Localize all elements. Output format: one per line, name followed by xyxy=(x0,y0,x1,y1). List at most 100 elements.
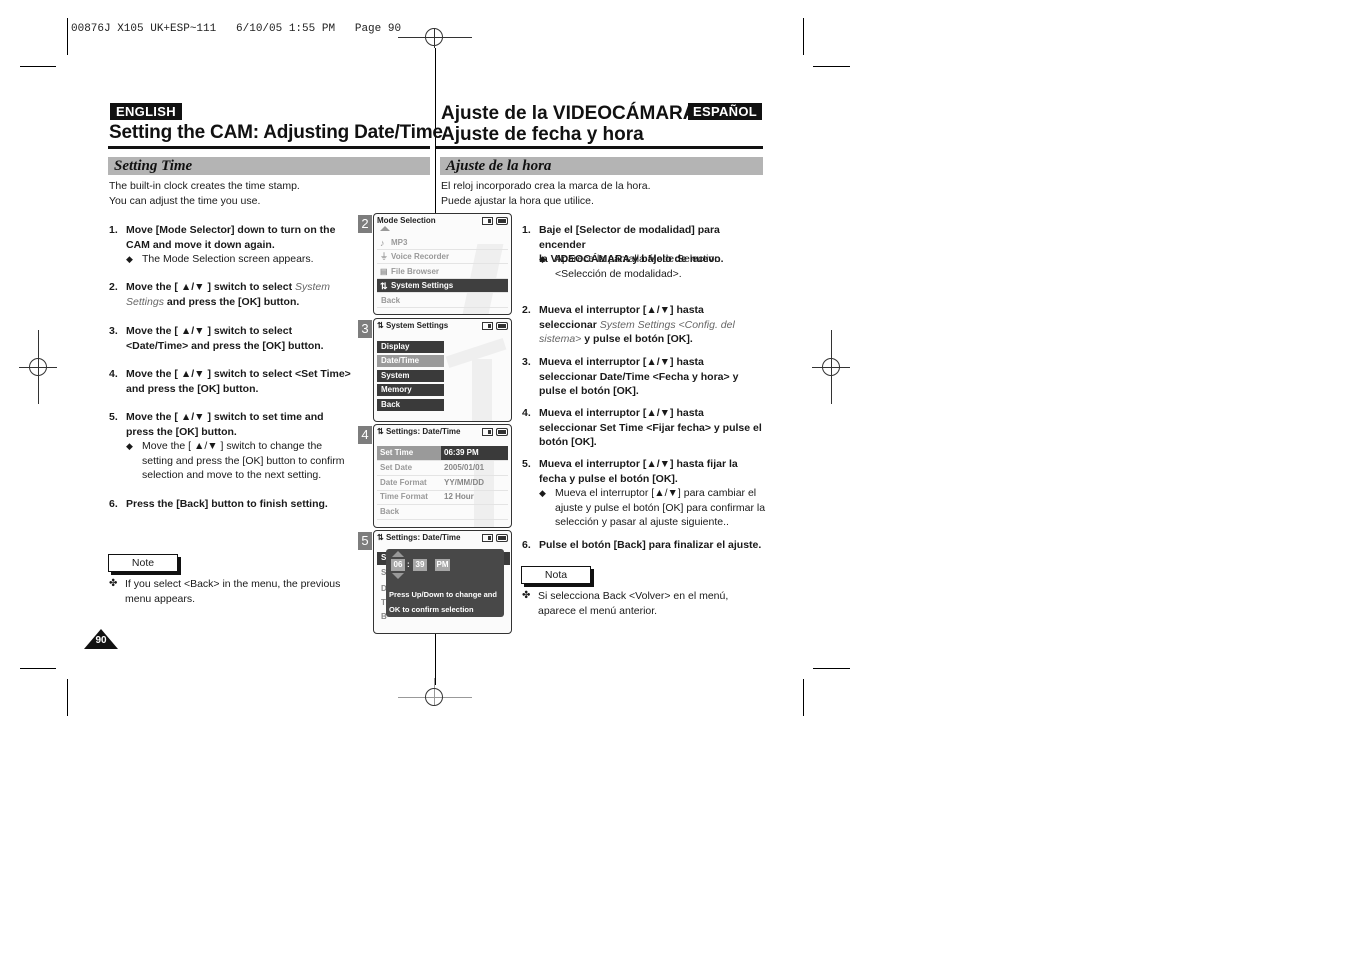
note-text: Si selecciona Back <Volver> en el menú, xyxy=(538,590,729,602)
menu-item-system[interactable]: System xyxy=(377,370,444,382)
center-fold-line xyxy=(435,633,436,685)
step-text: <Date/Time> and press the [OK] button. xyxy=(126,339,324,352)
minute-field[interactable]: 39 xyxy=(413,559,427,571)
step-text: CAM and move it down again. xyxy=(126,238,275,251)
settings-icon: ⇅ xyxy=(377,533,384,542)
english-step-5-bullet: ◆ Move the [ ▲/▼ ] switch to change the … xyxy=(126,439,358,483)
hint-line: OK to confirm selection xyxy=(389,605,474,614)
crop-mark xyxy=(813,66,850,67)
bullet-icon: ◆ xyxy=(126,254,133,264)
bullet-text: <Selección de modalidad>. xyxy=(555,267,682,280)
step-text: and press the [OK] button. xyxy=(163,295,300,308)
crop-mark xyxy=(67,679,68,716)
menu-item-label: MP3 xyxy=(391,238,408,247)
english-note-label: Note xyxy=(108,554,178,572)
am-pm-field[interactable]: PM xyxy=(435,559,450,571)
spanish-intro: El reloj incorporado crea la marca de la… xyxy=(441,179,651,209)
battery-icon xyxy=(496,217,508,225)
battery-icon xyxy=(496,322,508,330)
bullet-text: setting and press the [OK] button to con… xyxy=(142,454,345,467)
menu-reference: System Settings <Config. del xyxy=(599,318,735,331)
screen-title-text: System Settings xyxy=(385,321,449,330)
hour-field[interactable]: 06 xyxy=(391,559,405,571)
menu-item-back[interactable]: Back xyxy=(377,294,508,308)
setting-row-back[interactable]: Back xyxy=(377,505,508,520)
music-note-icon: ♪ xyxy=(380,238,385,248)
screen-set-time: ⇅ Settings: Date/Time S S D T B 06 : 39 … xyxy=(373,530,512,634)
menu-item-back[interactable]: Back xyxy=(377,399,444,411)
note-icon: ✤ xyxy=(109,578,118,589)
step-number: 6. xyxy=(109,498,118,510)
menu-item-memory[interactable]: Memory xyxy=(377,384,444,396)
step-text: Mueva el interruptor [▲/▼] hasta xyxy=(539,407,704,419)
menu-item-system-settings[interactable]: ⇅ System Settings xyxy=(377,279,508,293)
bullet-icon: ◆ xyxy=(539,254,546,264)
crop-mark xyxy=(813,668,850,669)
setting-key: Date Format xyxy=(380,478,427,487)
step-text: Pulse el botón [Back] para finalizar el … xyxy=(539,539,762,551)
bullet-text: The Mode Selection screen appears. xyxy=(142,253,314,265)
increase-arrow-icon[interactable] xyxy=(392,551,404,557)
step-text: Move the [ ▲/▼ ] switch to select <Set T… xyxy=(126,368,351,380)
setting-value: 2005/01/01 xyxy=(444,463,485,472)
setting-row-time-format[interactable]: Time Format 12 Hour xyxy=(377,490,508,505)
menu-reference: Settings xyxy=(126,295,164,308)
english-intro: The built-in clock creates the time stam… xyxy=(109,179,300,209)
registration-mark xyxy=(425,688,443,706)
english-note: ✤ If you select <Back> in the menu, the … xyxy=(109,577,354,606)
spanish-step-5-bullet: ◆ Mueva el interruptor [▲/▼] para cambia… xyxy=(539,486,771,530)
spanish-title-rule xyxy=(436,146,763,149)
settings-icon: ⇅ xyxy=(377,321,384,330)
bullet-text: ajuste y pulse el botón [OK] para confir… xyxy=(555,501,766,514)
setting-key: Back xyxy=(380,507,400,516)
memory-card-icon xyxy=(482,428,493,436)
menu-item-label: Voice Recorder xyxy=(391,252,450,261)
step-text: y pulse el botón [OK]. xyxy=(581,333,693,345)
step-number: 3. xyxy=(522,356,531,368)
english-step-3: 3. Move the [ ▲/▼ ] switch to select <Da… xyxy=(109,324,354,353)
screen-title-text: Settings: Date/Time xyxy=(385,427,461,436)
crop-mark xyxy=(20,66,56,67)
registration-mark xyxy=(425,28,443,46)
setting-row-set-time[interactable]: Set Time 06:39 PM xyxy=(377,446,508,461)
step-text: Move the [ ▲/▼ ] switch to set time and xyxy=(126,411,324,423)
spanish-step-5: 5. Mueva el interruptor [▲/▼] hasta fija… xyxy=(522,457,767,486)
menu-item-voice-recorder[interactable]: ⏚ Voice Recorder xyxy=(377,250,508,264)
screen-number: 4 xyxy=(358,426,372,444)
memory-card-icon xyxy=(482,322,493,330)
step-number: 2. xyxy=(109,281,118,293)
decrease-arrow-icon[interactable] xyxy=(392,573,404,579)
bullet-text: Move the [ ▲/▼ ] switch to change the xyxy=(142,440,323,452)
english-step-1: 1. Move [Mode Selector] down to turn on … xyxy=(109,223,354,252)
setting-value: 12 Hour xyxy=(444,492,474,501)
screen-number: 3 xyxy=(358,320,372,338)
intro-line: El reloj incorporado crea la marca de la… xyxy=(441,180,651,192)
setting-row-set-date[interactable]: Set Date 2005/01/01 xyxy=(377,461,508,476)
status-icons xyxy=(482,428,508,436)
time-separator: : xyxy=(407,560,410,569)
screen-date-time-settings: ⇅ Settings: Date/Time Set Time 06:39 PM S… xyxy=(373,424,512,528)
print-header: 00876J X105 UK+ESP~111 6/10/05 1:55 PM P… xyxy=(71,23,402,35)
step-text: fecha y pulse el botón [OK]. xyxy=(539,472,678,485)
english-step-2: 2. Move the [ ▲/▼ ] switch to select Sys… xyxy=(109,280,354,309)
setting-row-date-format[interactable]: Date Format YY/MM/DD xyxy=(377,476,508,491)
bullet-icon: ◆ xyxy=(539,488,546,498)
english-title: Setting the CAM: Adjusting Date/Time xyxy=(109,122,443,143)
bullet-icon: ◆ xyxy=(126,441,133,451)
menu-item-mp3[interactable]: ♪ MP3 xyxy=(377,236,508,250)
page-number: 90 xyxy=(95,635,107,646)
time-adjust-popup: 06 : 39 PM Press Up/Down to change and O… xyxy=(386,549,504,617)
menu-item-file-browser[interactable]: ▤ File Browser xyxy=(377,265,508,279)
spanish-step-3: 3. Mueva el interruptor [▲/▼] hasta sele… xyxy=(522,355,767,399)
crop-mark xyxy=(20,668,56,669)
memory-card-icon xyxy=(482,534,493,542)
step-number: 1. xyxy=(109,224,118,236)
menu-item-date-time[interactable]: Date/Time xyxy=(377,355,444,367)
registration-mark xyxy=(29,358,47,376)
step-number: 4. xyxy=(522,407,531,419)
english-badge: ENGLISH xyxy=(110,103,182,120)
intro-line: Puede ajustar la hora que utilice. xyxy=(441,195,594,207)
crop-mark xyxy=(67,18,68,55)
menu-item-display[interactable]: Display xyxy=(377,341,444,353)
spanish-step-1-bullet: ◆ Aparece la pantalla Mode Selection <Se… xyxy=(539,252,769,281)
